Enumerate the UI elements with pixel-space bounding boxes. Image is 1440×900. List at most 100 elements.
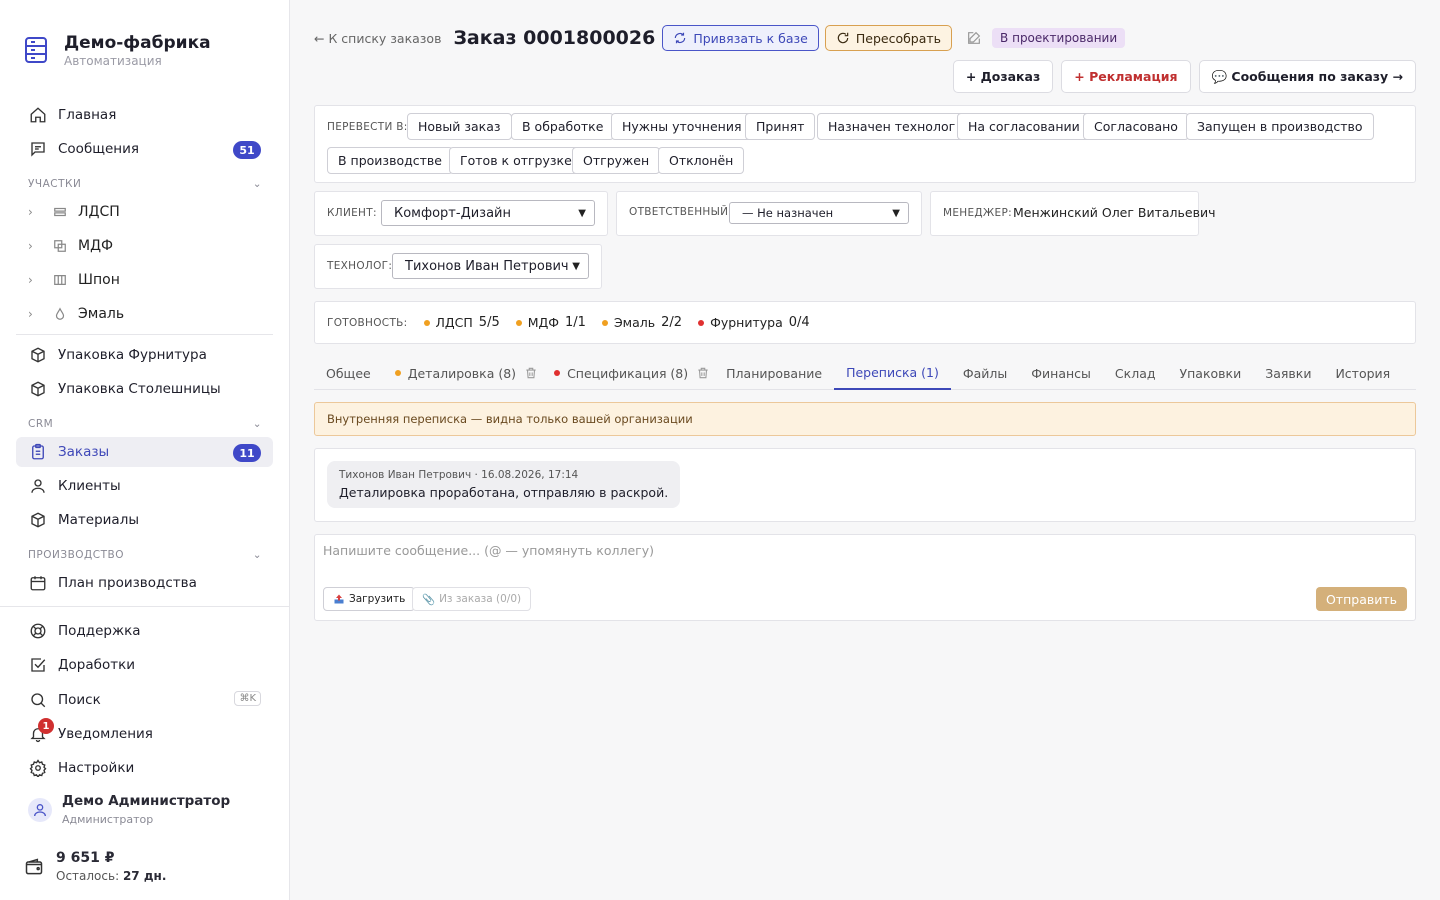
nav-label: Поиск — [58, 692, 101, 708]
brand[interactable]: Демо-фабрика Автоматизация — [24, 34, 211, 68]
rebuild-button[interactable]: Пересобрать — [824, 25, 953, 51]
add-order-button[interactable]: + Дозаказ — [952, 60, 1054, 93]
edit-icon[interactable] — [966, 30, 982, 46]
chevron-down-icon: ▼ — [578, 207, 586, 219]
send-button[interactable]: Отправить — [1315, 587, 1407, 611]
message-meta: Тихонов Иван Петрович · 16.08.2026, 17:1… — [339, 469, 579, 481]
nav-home[interactable]: Главная — [16, 100, 273, 130]
status-dot — [698, 319, 705, 326]
client-select[interactable]: Комфорт-Дизайн ▼ — [381, 200, 595, 226]
responsible-select-value: — Не назначен — [742, 206, 834, 220]
tab-requests[interactable]: Заявки — [1253, 356, 1323, 390]
nav-materials[interactable]: Материалы — [16, 505, 273, 535]
tab-detailing[interactable]: Деталировка (8) — [383, 356, 520, 390]
section-areas[interactable]: УЧАСТКИ ⌄ — [28, 178, 262, 190]
upload-label: Загрузить — [349, 593, 406, 605]
status-accepted-button[interactable]: Принят — [745, 113, 816, 140]
area-item-veneer[interactable]: › Шпон — [28, 266, 268, 294]
status-ready-button[interactable]: Готов к отгрузке — [449, 147, 583, 174]
status-launched-button[interactable]: Запущен в производство — [1186, 113, 1374, 140]
section-crm[interactable]: CRM ⌄ — [28, 418, 262, 430]
status-in-production-button[interactable]: В производстве — [327, 147, 453, 174]
wallet-remaining: Осталось: 27 дн. — [56, 869, 166, 883]
status-new-button[interactable]: Новый заказ — [407, 113, 512, 140]
status-approved-button[interactable]: Согласовано — [1083, 113, 1189, 140]
client-label: КЛИЕНТ: — [327, 207, 377, 219]
tab-general[interactable]: Общее — [314, 356, 383, 390]
tab-planning[interactable]: Планирование — [714, 356, 834, 390]
wallet-remaining-label: Осталось: — [56, 869, 120, 883]
area-label: Шпон — [78, 272, 120, 288]
status-rejected-button[interactable]: Отклонён — [658, 147, 745, 174]
nav-settings[interactable]: Настройки — [16, 753, 273, 783]
nav-search[interactable]: Поиск ⌘K — [16, 685, 273, 715]
tab-packing[interactable]: Упаковки — [1168, 356, 1254, 390]
status-processing-button[interactable]: В обработке — [511, 113, 615, 140]
status-dot — [394, 370, 401, 376]
responsible-select[interactable]: — Не назначен ▼ — [729, 202, 909, 224]
nav-improvements[interactable]: Доработки — [16, 650, 273, 680]
readiness-value: 2/2 — [661, 315, 683, 330]
tab-files[interactable]: Файлы — [951, 356, 1019, 390]
order-header: ← К списку заказов Заказ 0001800026 Прив… — [314, 24, 1126, 52]
nav-orders[interactable]: Заказы 11 — [16, 437, 273, 467]
status-shipped-button[interactable]: Отгружен — [572, 147, 661, 174]
chevron-down-icon: ▼ — [892, 207, 900, 219]
tab-specification[interactable]: Спецификация (8) — [542, 356, 692, 390]
technologist-label: ТЕХНОЛОГ: — [327, 260, 393, 272]
nav-label: План производства — [58, 575, 197, 591]
copy-icon — [52, 238, 68, 254]
technologist-select-value: Тихонов Иван Петрович — [405, 258, 569, 274]
readiness-item-enamel: Эмаль 2/2 — [601, 315, 683, 330]
nav-messages-label: Сообщения — [58, 141, 140, 157]
bind-to-base-button[interactable]: Привязать к базе — [662, 25, 819, 51]
chevron-down-icon: ▼ — [572, 260, 580, 272]
status-clarify-button[interactable]: Нужны уточнения — [611, 113, 753, 140]
section-production[interactable]: ПРОИЗВОДСТВО ⌄ — [28, 549, 262, 561]
nav-home-label: Главная — [58, 107, 117, 123]
area-item-mdf[interactable]: › МДФ — [28, 232, 268, 260]
wallet[interactable]: 9 651 ₽ Осталось: 27 дн. — [24, 850, 166, 883]
home-icon — [28, 105, 48, 125]
nav-notifications[interactable]: Уведомления — [16, 719, 273, 749]
technologist-select[interactable]: Тихонов Иван Петрович ▼ — [392, 253, 589, 279]
area-item-ldsp[interactable]: › ЛДСП — [28, 198, 268, 226]
nav-messages[interactable]: Сообщения 51 — [16, 134, 273, 164]
sidebar: Демо-фабрика Автоматизация Главная Сообщ… — [0, 0, 290, 900]
client-select-value: Комфорт-Дизайн — [394, 205, 512, 221]
refresh-icon — [675, 32, 686, 44]
search-icon — [28, 690, 48, 710]
trash-icon[interactable] — [524, 366, 538, 380]
readiness-name: Эмаль — [613, 315, 656, 330]
tab-finance[interactable]: Финансы — [1019, 356, 1103, 390]
checkbox-icon — [28, 655, 48, 675]
order-messages-button[interactable]: 💬 Сообщения по заказу → — [1198, 60, 1416, 93]
trash-icon[interactable] — [696, 366, 710, 380]
status-technologist-button[interactable]: Назначен технолог — [817, 113, 967, 140]
area-label: ЛДСП — [78, 204, 120, 220]
readiness-value: 5/5 — [478, 315, 500, 330]
attach-from-order-button[interactable]: 📎 Из заказа (0/0) — [412, 587, 532, 611]
nav-support[interactable]: Поддержка — [16, 616, 273, 646]
readiness-name: МДФ — [527, 315, 560, 330]
status-approval-button[interactable]: На согласовании — [957, 113, 1091, 140]
tab-warehouse[interactable]: Склад — [1103, 356, 1168, 390]
tab-chat[interactable]: Переписка (1) — [834, 356, 951, 390]
area-item-enamel[interactable]: › Эмаль — [28, 300, 268, 328]
nav-label: Поддержка — [58, 623, 141, 639]
transition-label: ПЕРЕВЕСТИ В: — [327, 121, 408, 133]
nav-packing-hardware[interactable]: Упаковка Фурнитура — [16, 340, 273, 370]
upload-button[interactable]: Загрузить — [323, 587, 416, 611]
nav-packing-tops[interactable]: Упаковка Столешницы — [16, 374, 273, 404]
section-production-label: ПРОИЗВОДСТВО — [28, 549, 124, 561]
divider — [16, 334, 273, 335]
message-input[interactable]: Напишите сообщение... (@ — упомянуть кол… — [323, 543, 654, 558]
droplet-icon — [52, 306, 68, 322]
user-profile[interactable]: Демо Администратор Администратор — [28, 793, 230, 826]
nav-label: Уведомления — [58, 726, 153, 742]
nav-production-plan[interactable]: План производства — [16, 568, 273, 598]
complaint-button[interactable]: + Рекламация — [1061, 60, 1191, 93]
back-to-orders-link[interactable]: ← К списку заказов — [314, 31, 441, 46]
nav-clients[interactable]: Клиенты — [16, 471, 273, 501]
tab-history[interactable]: История — [1323, 356, 1402, 390]
